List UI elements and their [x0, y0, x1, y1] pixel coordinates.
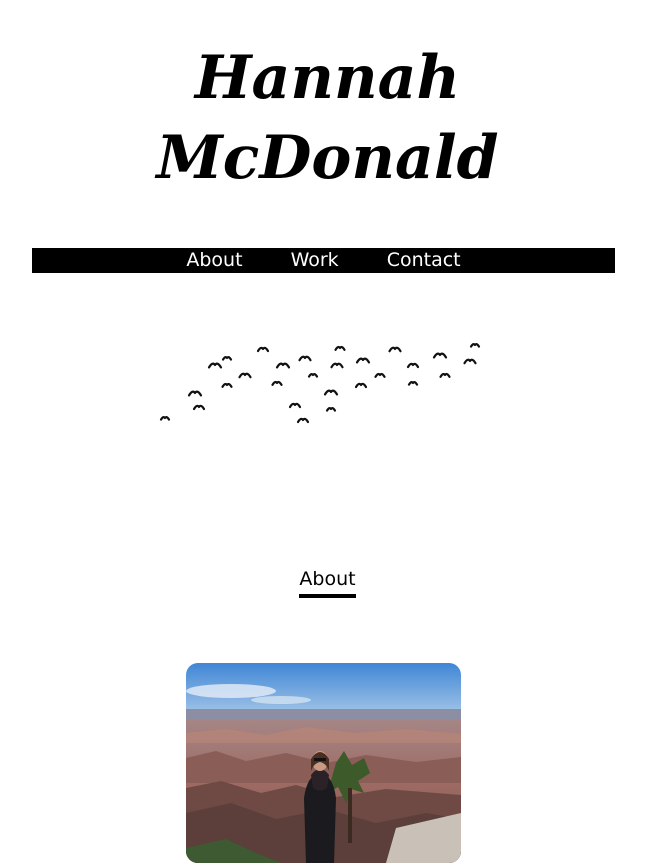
- main-nav: About Work Contact: [32, 248, 615, 273]
- site-title: Hannah McDonald: [0, 38, 655, 198]
- flock-of-birds-icon: [159, 343, 481, 424]
- profile-photo: [186, 663, 461, 863]
- about-heading-label: About: [299, 566, 356, 598]
- site-title-first-name: Hannah: [194, 43, 461, 113]
- nav-link-contact[interactable]: Contact: [363, 248, 485, 273]
- site-title-last-name: McDonald: [156, 123, 499, 193]
- nav-link-about[interactable]: About: [162, 248, 266, 273]
- about-section-heading: About: [0, 566, 655, 598]
- nav-link-work[interactable]: Work: [267, 248, 363, 273]
